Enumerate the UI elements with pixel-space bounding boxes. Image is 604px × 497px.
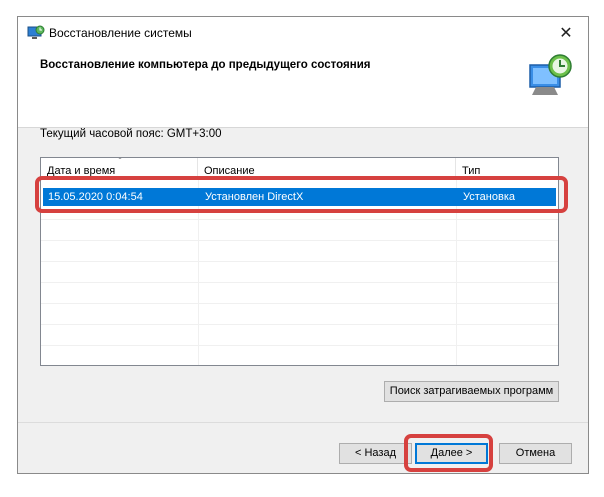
back-button[interactable]: < Назад xyxy=(339,443,412,464)
row-divider xyxy=(41,219,558,220)
timezone-label: Текущий часовой пояс: GMT+3:00 xyxy=(40,128,222,140)
sort-descending-icon: ﹀ xyxy=(116,158,124,165)
footer-divider xyxy=(18,422,588,423)
restore-points-list[interactable]: Дата и время ﹀ Описание Тип 15.05.2020 0… xyxy=(40,157,559,366)
window-title: Восстановление системы xyxy=(49,26,192,40)
close-icon: ✕ xyxy=(559,25,573,42)
title-bar: Восстановление системы ✕ xyxy=(18,17,588,49)
row-divider xyxy=(41,324,558,325)
wizard-header: Восстановление компьютера до предыдущего… xyxy=(18,49,588,128)
scan-affected-programs-button[interactable]: Поиск затрагиваемых программ xyxy=(384,381,559,402)
row-divider xyxy=(41,303,558,304)
row-divider xyxy=(41,282,558,283)
column-divider xyxy=(198,178,199,365)
cancel-button[interactable]: Отмена xyxy=(499,443,572,464)
header-title: Восстановление компьютера до предыдущего… xyxy=(40,59,371,71)
cell-description: Установлен DirectX xyxy=(205,191,304,203)
column-divider xyxy=(456,178,457,365)
row-divider xyxy=(41,261,558,262)
close-button[interactable]: ✕ xyxy=(544,17,588,49)
list-header: Дата и время ﹀ Описание Тип xyxy=(41,158,558,179)
column-header-type[interactable]: Тип xyxy=(456,158,558,178)
system-restore-app-icon xyxy=(27,25,45,39)
column-header-datetime[interactable]: Дата и время ﹀ xyxy=(41,158,198,178)
cell-type: Установка xyxy=(463,191,515,203)
system-restore-window: Восстановление системы ✕ Восстановление … xyxy=(17,16,589,474)
cell-datetime: 15.05.2020 0:04:54 xyxy=(48,191,143,203)
row-divider xyxy=(41,345,558,346)
list-item[interactable]: 15.05.2020 0:04:54 Установлен DirectX Ус… xyxy=(43,188,556,206)
system-restore-icon xyxy=(529,54,572,95)
column-header-description[interactable]: Описание xyxy=(198,158,456,178)
row-divider xyxy=(41,240,558,241)
next-button[interactable]: Далее > xyxy=(415,443,488,464)
